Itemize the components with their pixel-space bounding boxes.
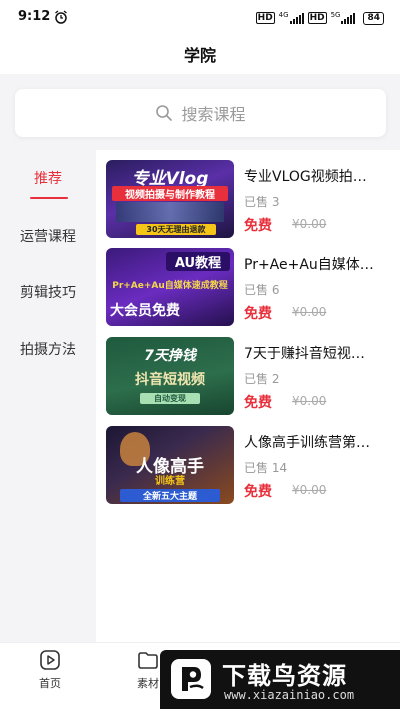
- course-sold-count: 已售 3: [244, 195, 280, 209]
- course-item[interactable]: 人像高手 训练营 全新五大主题 人像高手训练营第… 已售 14 免费 ¥0.00: [106, 426, 396, 504]
- nav-item-label: 首页: [39, 677, 61, 690]
- course-original-price: ¥0.00: [292, 483, 327, 497]
- signal-icon: [289, 12, 304, 24]
- thumb-subtitle: Pr+Ae+Au自媒体速成教程: [112, 281, 228, 291]
- course-thumbnail: 专业Vlog 视频拍摄与制作教程 30天无理由退款: [106, 160, 234, 238]
- watermark-banner: 下载鸟资源 www.xiazainiao.com: [160, 650, 400, 709]
- thumb-subtitle: 视频拍摄与制作教程: [112, 186, 228, 201]
- sidebar-item-recommend[interactable]: 推荐: [0, 159, 96, 199]
- course-sold-count: 已售 6: [244, 283, 280, 297]
- thumb-headline: 7天挣钱: [144, 348, 196, 364]
- thumb-tag: 全新五大主题: [120, 489, 220, 502]
- thumb-subtitle: 训练营: [155, 476, 185, 487]
- watermark-url: www.xiazainiao.com: [224, 688, 355, 702]
- nav-item-label: 素材: [137, 677, 159, 690]
- search-area: 搜索课程: [0, 74, 400, 150]
- search-input[interactable]: 搜索课程: [15, 89, 386, 137]
- course-price: 免费: [244, 306, 272, 322]
- course-original-price: ¥0.00: [292, 217, 327, 231]
- thumb-tag: 自动变现: [140, 393, 200, 404]
- course-thumbnail: AU教程 Pr+Ae+Au自媒体速成教程 大会员免费: [106, 248, 234, 326]
- header: 学院: [0, 36, 400, 74]
- network-type-label: 4G: [278, 11, 289, 19]
- alarm-icon: [55, 10, 67, 24]
- search-placeholder: 搜索课程: [181, 105, 246, 124]
- course-item[interactable]: 专业Vlog 视频拍摄与制作教程 30天无理由退款 专业VLOG视频拍… 已售 …: [106, 160, 396, 238]
- course-title: 人像高手训练营第…: [244, 435, 370, 451]
- thumb-headline: AU教程: [166, 252, 230, 271]
- course-item[interactable]: AU教程 Pr+Ae+Au自媒体速成教程 大会员免费 Pr+Ae+Au自媒体… …: [106, 248, 396, 326]
- course-title: 7天于赚抖音短视…: [244, 346, 365, 362]
- sidebar-item-shooting[interactable]: 拍摄方法: [0, 330, 96, 370]
- course-sold-count: 已售 14: [244, 461, 288, 475]
- course-thumbnail: 人像高手 训练营 全新五大主题: [106, 426, 234, 504]
- sidebar-item-label: 剪辑技巧: [20, 285, 76, 301]
- battery-icon: 84: [363, 11, 384, 25]
- play-icon: [40, 650, 60, 670]
- network-type-label-2: 5G: [330, 11, 341, 19]
- course-item[interactable]: 7天挣钱 抖音短视频 自动变现 7天于赚抖音短视… 已售 2 免费 ¥0.00: [106, 337, 396, 415]
- sidebar-item-label: 拍摄方法: [20, 342, 76, 358]
- hd-badge: HD: [255, 12, 275, 24]
- folder-icon: [138, 652, 158, 669]
- status-indicators: HD 4G HD 5G 84: [255, 10, 384, 26]
- sidebar-item-editing[interactable]: 剪辑技巧: [0, 273, 96, 313]
- course-title: Pr+Ae+Au自媒体…: [244, 257, 374, 273]
- course-price: 免费: [244, 395, 272, 411]
- status-bar: 9:12 HD 4G HD 5G 84: [0, 0, 400, 36]
- thumb-tag: 大会员免费: [110, 303, 180, 319]
- sidebar-item-label: 运营课程: [20, 229, 76, 245]
- course-price: 免费: [244, 484, 272, 500]
- hd-badge-2: HD: [307, 12, 327, 24]
- course-title: 专业VLOG视频拍…: [244, 169, 367, 185]
- course-original-price: ¥0.00: [292, 394, 327, 408]
- course-sold-count: 已售 2: [244, 372, 280, 386]
- page-title: 学院: [183, 46, 216, 65]
- course-original-price: ¥0.00: [292, 305, 327, 319]
- sidebar-item-operations[interactable]: 运营课程: [0, 217, 96, 257]
- sidebar-item-label: 推荐: [34, 171, 62, 187]
- status-time: 9:12: [18, 9, 51, 24]
- thumb-tag: 30天无理由退款: [136, 224, 216, 235]
- nav-item-home[interactable]: 首页: [20, 649, 80, 691]
- signal-icon-2: [341, 12, 356, 24]
- watermark-logo: [171, 659, 211, 699]
- course-thumbnail: 7天挣钱 抖音短视频 自动变现: [106, 337, 234, 415]
- search-icon: [156, 105, 173, 121]
- thumb-image: [116, 202, 224, 222]
- thumb-subtitle: 抖音短视频: [135, 372, 205, 388]
- course-price: 免费: [244, 218, 272, 234]
- course-list: 专业Vlog 视频拍摄与制作教程 30天无理由退款 专业VLOG视频拍… 已售 …: [96, 150, 400, 642]
- watermark-title: 下载鸟资源: [222, 662, 347, 690]
- active-indicator: [30, 197, 68, 199]
- category-sidebar: 推荐 运营课程 剪辑技巧 拍摄方法: [0, 150, 96, 642]
